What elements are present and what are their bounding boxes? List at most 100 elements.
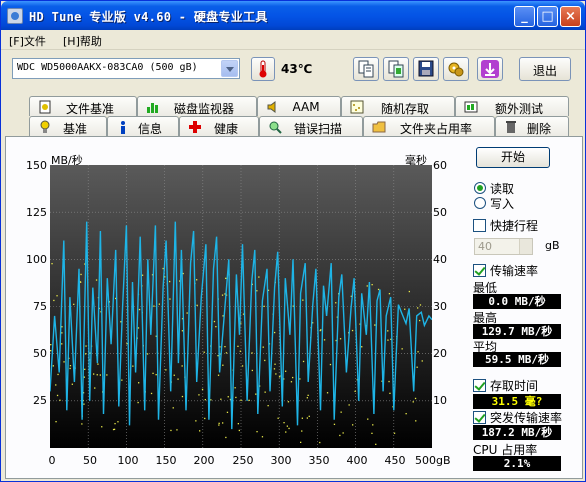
access-time-point <box>221 294 224 296</box>
tab-label: 文件基准 <box>65 102 114 116</box>
access-time-point <box>348 404 350 406</box>
access-time-point <box>264 359 266 362</box>
x-tick-label: 500gB <box>415 454 451 467</box>
tab-benchmark[interactable]: 基准 <box>29 116 107 136</box>
right-tick-label: 30 <box>433 300 447 313</box>
access-time-point <box>69 367 71 370</box>
access-time-point <box>277 417 279 419</box>
spinner-arrows[interactable] <box>519 239 532 254</box>
tab-info[interactable]: 信息 <box>107 116 179 136</box>
access-time-point <box>51 263 53 265</box>
access-time-point <box>69 365 72 367</box>
access-time-point <box>210 399 212 401</box>
access-time-point <box>150 392 153 395</box>
tab-label: 文件夹占用率 <box>399 122 472 136</box>
access-time-point <box>251 352 253 354</box>
access-time-point <box>225 436 227 439</box>
access-time-point <box>85 345 87 347</box>
access-time-point <box>50 350 52 352</box>
chevron-down-icon[interactable] <box>221 60 238 77</box>
save-button[interactable] <box>413 57 439 81</box>
access-time-point <box>55 384 57 386</box>
access-time-point <box>285 370 287 372</box>
access-time-point <box>408 290 410 293</box>
access-time-point <box>158 303 160 305</box>
tab-health[interactable]: 健康 <box>179 116 259 136</box>
left-tick-label: 150 <box>26 159 47 172</box>
access-time-point <box>416 366 418 368</box>
access-time-point <box>137 401 139 404</box>
access-time-point <box>414 397 417 400</box>
temperature-button[interactable] <box>251 57 275 81</box>
access-time-point <box>169 298 171 300</box>
start-button[interactable]: 开始 <box>476 147 550 168</box>
tab-file-benchmark[interactable]: 文件基准 <box>29 96 137 116</box>
access-time-point <box>285 431 287 433</box>
access-time-point <box>153 305 155 307</box>
access-time-point <box>83 403 85 405</box>
tab-label: 磁盘监视器 <box>173 102 234 116</box>
access-time-point <box>388 380 390 383</box>
access-time-checkbox[interactable] <box>473 379 486 392</box>
copy-text-button[interactable] <box>353 57 379 81</box>
window-title: HD Tune 专业版 v4.60 - 硬盘专业工具 <box>29 10 268 24</box>
access-time-point <box>275 373 277 375</box>
minimize-button[interactable]: _ <box>514 6 535 27</box>
tab-disk-monitor[interactable]: 磁盘监视器 <box>137 96 257 116</box>
access-time-point <box>170 429 172 432</box>
options-button[interactable] <box>443 57 469 81</box>
exit-button[interactable]: 退出 <box>519 57 571 81</box>
access-time-point <box>308 415 310 417</box>
access-time-point <box>248 399 250 401</box>
access-time-point <box>155 374 157 376</box>
copy-screenshot-button[interactable] <box>383 57 409 81</box>
tab-aam[interactable]: AAM <box>257 96 341 116</box>
access-time-point <box>241 365 244 367</box>
title-bar[interactable]: HD Tune 专业版 v4.60 - 硬盘专业工具 _ □ × <box>1 1 585 30</box>
write-radio[interactable] <box>474 197 486 209</box>
access-time-point <box>56 394 59 397</box>
access-time-point <box>388 293 391 295</box>
burst-rate-checkbox[interactable] <box>473 411 486 424</box>
access-time-point <box>251 369 253 372</box>
menu-file[interactable]: [F]文件 <box>9 33 46 49</box>
short-stroke-spinner[interactable]: 40 <box>474 238 533 255</box>
tab-folder-usage[interactable]: 文件夹占用率 <box>363 116 495 136</box>
access-time-point <box>263 305 265 307</box>
tab-random-access[interactable]: 随机存取 <box>341 96 455 116</box>
access-time-point <box>73 303 75 305</box>
access-time-point <box>181 365 183 367</box>
access-time-point <box>199 430 201 432</box>
access-time-point <box>218 422 220 424</box>
access-time-point <box>299 378 301 380</box>
maximize-button[interactable]: □ <box>537 6 558 27</box>
access-time-point <box>217 355 219 357</box>
transfer-rate-checkbox[interactable] <box>473 264 486 277</box>
access-time-point <box>237 345 239 347</box>
access-time-point <box>52 365 54 367</box>
menu-help[interactable]: [H]帮助 <box>63 33 102 49</box>
x-tick-label: 100 <box>117 454 139 467</box>
access-time-point <box>81 423 83 425</box>
transfer-rate-label: 传输速率 <box>490 264 539 278</box>
access-time-point <box>239 350 241 352</box>
access-time-point <box>329 363 332 366</box>
write-label: 写入 <box>490 197 515 211</box>
tab-erase[interactable]: 删除 <box>495 116 569 136</box>
tab-extra-tests[interactable]: 额外测试 <box>455 96 569 116</box>
tab-label: 基准 <box>62 122 87 136</box>
options-icon <box>448 62 464 77</box>
access-time-point <box>366 285 368 287</box>
close-button[interactable]: × <box>560 6 581 27</box>
access-time-point <box>261 436 264 438</box>
drive-select[interactable]: WDC WD5000AAKX-083CA0 (500 gB) <box>12 58 240 79</box>
short-stroke-checkbox[interactable] <box>473 219 486 232</box>
access-time-point <box>351 329 354 332</box>
read-radio[interactable] <box>474 182 486 194</box>
access-time-point <box>300 441 302 443</box>
download-button[interactable] <box>477 57 503 81</box>
access-time-point <box>371 284 373 286</box>
tab-error-scan[interactable]: 错误扫描 <box>259 116 363 136</box>
access-time-point <box>63 361 65 363</box>
access-time-point <box>290 381 293 383</box>
